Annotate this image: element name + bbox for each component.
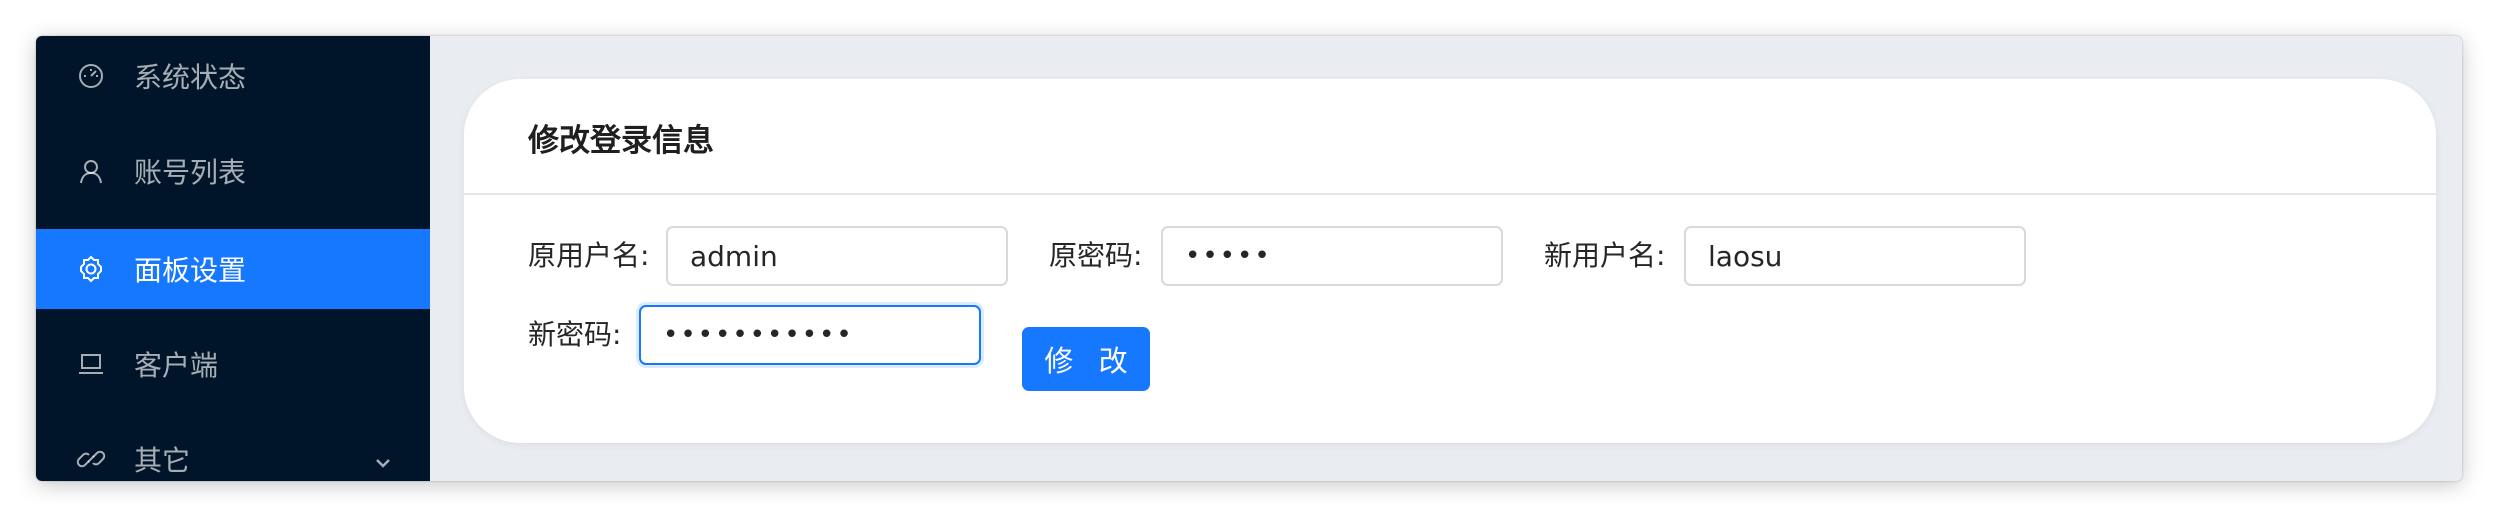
app-window: 系统状态 账号列表 面板设置 客户端 其它 修改登录信息 原用户名: admin…: [36, 36, 2462, 481]
sidebar-item-label: 其它: [134, 444, 191, 477]
sidebar-item-panel-settings[interactable]: 面板设置: [36, 229, 430, 309]
new-password-input[interactable]: •••••••••••: [639, 305, 981, 365]
sidebar-item-client[interactable]: 客户端: [36, 324, 430, 404]
old-password-input[interactable]: •••••: [1161, 226, 1503, 286]
gear-icon: [76, 254, 106, 284]
new-password-value: •••••••••••: [663, 320, 854, 350]
dashboard-icon: [76, 61, 106, 91]
old-username-input[interactable]: admin: [666, 226, 1008, 286]
old-username-value: admin: [690, 239, 778, 273]
old-password-label: 原密码:: [1049, 239, 1143, 272]
main-content: 修改登录信息 原用户名: admin 原密码: ••••• 新用户名: laos…: [430, 36, 2462, 481]
sidebar-item-other[interactable]: 其它: [36, 419, 430, 481]
sidebar-item-label: 系统状态: [134, 61, 247, 94]
old-password-value: •••••: [1185, 241, 1272, 271]
new-username-value: laosu: [1708, 239, 1783, 273]
sidebar: 系统状态 账号列表 面板设置 客户端 其它: [36, 36, 430, 481]
new-username-label: 新用户名:: [1544, 239, 1666, 272]
card-title: 修改登录信息: [528, 123, 714, 159]
submit-button[interactable]: 修 改: [1022, 327, 1150, 391]
laptop-icon: [76, 349, 106, 379]
new-username-input[interactable]: laosu: [1684, 226, 2026, 286]
settings-card: 修改登录信息 原用户名: admin 原密码: ••••• 新用户名: laos…: [464, 79, 2436, 443]
link-icon: [76, 444, 106, 474]
sidebar-item-label: 面板设置: [134, 254, 247, 287]
sidebar-item-system-status[interactable]: 系统状态: [36, 36, 430, 116]
old-username-label: 原用户名:: [528, 239, 650, 272]
new-password-label: 新密码:: [528, 318, 622, 351]
sidebar-item-label: 客户端: [134, 349, 219, 382]
card-header: 修改登录信息: [464, 79, 2436, 195]
sidebar-item-label: 账号列表: [134, 156, 247, 189]
sidebar-item-account-list[interactable]: 账号列表: [36, 131, 430, 211]
chevron-down-icon[interactable]: [372, 448, 394, 470]
user-icon: [76, 156, 106, 186]
